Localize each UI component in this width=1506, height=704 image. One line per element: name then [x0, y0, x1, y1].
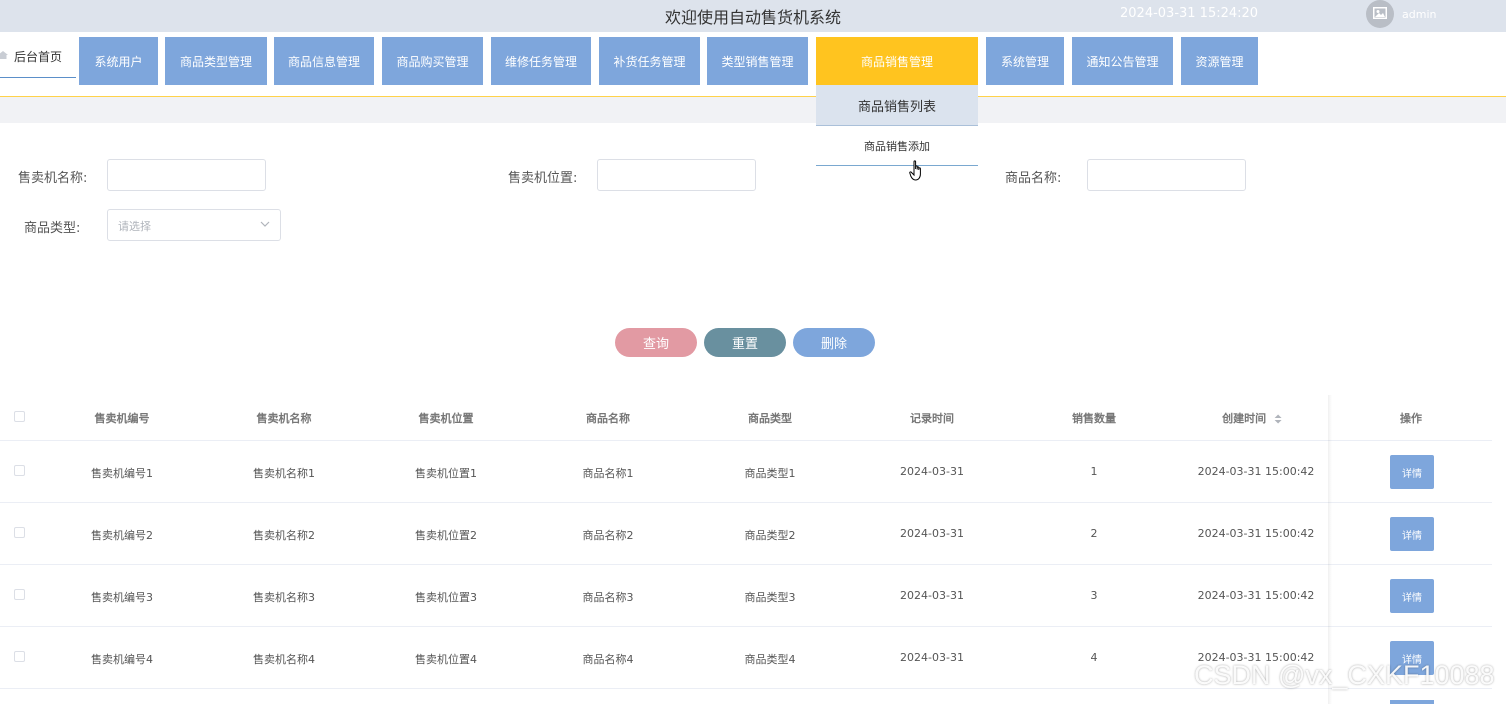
machine-name-label: 售卖机名称:: [18, 171, 88, 186]
table-row: 售卖机编号1 售卖机名称1 售卖机位置1 商品名称1 商品类型1 2024-03…: [0, 441, 1492, 503]
product-name-input[interactable]: [1087, 159, 1246, 191]
cell-sales-qty: 4: [1090, 651, 1098, 664]
cell-machine-name: 售卖机名称2: [253, 529, 315, 542]
cell-machine-location: 售卖机位置3: [415, 591, 477, 604]
cell-product-type: 商品类型3: [744, 591, 796, 604]
detail-button[interactable]: 详情: [1390, 579, 1434, 613]
query-button[interactable]: 查询: [615, 328, 697, 357]
nav-item-notice[interactable]: 通知公告管理: [1072, 37, 1173, 85]
cell-product-name: 商品名称3: [582, 591, 634, 604]
avatar[interactable]: [1366, 0, 1394, 28]
nav-item-product-purchase[interactable]: 商品购买管理: [382, 37, 483, 85]
cell-sales-qty: 3: [1090, 589, 1098, 602]
product-type-label: 商品类型:: [24, 221, 81, 236]
machine-location-label: 售卖机位置:: [508, 171, 578, 186]
cell-created-time: 2024-03-31 15:00:42: [1197, 527, 1315, 540]
home-icon: [0, 51, 8, 59]
hand-cursor-icon: [909, 160, 921, 181]
product-sales-submenu: 商品销售列表 商品销售添加: [816, 85, 978, 167]
nav-item-restock-task[interactable]: 补货任务管理: [599, 37, 700, 85]
top-bar: 欢迎使用自动售货机系统 2024-03-31 15:24:20 admin: [0, 0, 1506, 32]
cell-machine-no: 售卖机编号2: [91, 529, 153, 542]
cell-product-type: 商品类型1: [744, 467, 796, 480]
submenu-item-sales-add[interactable]: 商品销售添加: [816, 126, 978, 166]
detail-button-partial[interactable]: [1390, 700, 1434, 704]
product-type-select[interactable]: 请选择: [107, 209, 281, 241]
delete-button[interactable]: 删除: [793, 328, 875, 357]
product-type-placeholder: 请选择: [118, 220, 151, 233]
col-created-time-label: 创建时间: [1222, 412, 1267, 425]
cell-product-name: 商品名称1: [582, 467, 634, 480]
col-record-date: 记录时间: [910, 412, 954, 425]
select-all-checkbox[interactable]: [14, 411, 25, 422]
detail-button[interactable]: 详情: [1390, 455, 1434, 489]
col-actions: 操作: [1400, 412, 1422, 425]
cell-machine-name: 售卖机名称1: [253, 467, 315, 480]
table-row: 售卖机编号2 售卖机名称2 售卖机位置2 商品名称2 商品类型2 2024-03…: [0, 503, 1492, 565]
cell-created-time: 2024-03-31 15:00:42: [1197, 465, 1315, 478]
reset-button[interactable]: 重置: [704, 328, 786, 357]
nav-item-product-type[interactable]: 商品类型管理: [165, 37, 267, 85]
machine-name-input[interactable]: [107, 159, 266, 191]
chevron-down-icon: [260, 221, 270, 227]
col-machine-location: 售卖机位置: [418, 412, 474, 425]
cell-product-name: 商品名称2: [582, 529, 634, 542]
nav-item-product-sales[interactable]: 商品销售管理: [816, 37, 978, 85]
machine-location-input[interactable]: [597, 159, 756, 191]
cell-machine-name: 售卖机名称3: [253, 591, 315, 604]
row-checkbox[interactable]: [14, 527, 25, 538]
username[interactable]: admin: [1402, 8, 1436, 21]
fixed-column-shadow: [1328, 395, 1332, 704]
nav-item-system-users[interactable]: 系统用户: [79, 37, 158, 85]
nav-item-product-info[interactable]: 商品信息管理: [274, 37, 374, 85]
cell-sales-qty: 2: [1090, 527, 1098, 540]
col-product-name: 商品名称: [586, 412, 630, 425]
sort-icon[interactable]: [1274, 414, 1282, 424]
nav-item-resource[interactable]: 资源管理: [1181, 37, 1258, 85]
detail-button[interactable]: 详情: [1390, 517, 1434, 551]
product-name-label: 商品名称:: [1005, 171, 1062, 186]
cell-product-name: 商品名称4: [582, 653, 634, 666]
row-checkbox[interactable]: [14, 465, 25, 476]
cell-machine-location: 售卖机位置1: [415, 467, 477, 480]
breadcrumb-band: [0, 97, 1506, 123]
cell-machine-location: 售卖机位置4: [415, 653, 477, 666]
cell-product-type: 商品类型4: [744, 653, 796, 666]
cell-sales-qty: 1: [1090, 465, 1098, 478]
cell-record-date: 2024-03-31: [900, 527, 964, 540]
cell-machine-no: 售卖机编号1: [91, 467, 153, 480]
system-title: 欢迎使用自动售货机系统: [664, 8, 841, 27]
table-row: 售卖机编号3 售卖机名称3 售卖机位置3 商品名称3 商品类型3 2024-03…: [0, 565, 1492, 627]
nav-item-system-manage[interactable]: 系统管理: [986, 37, 1064, 85]
watermark: CSDN @vx_CXKF10088: [1194, 660, 1495, 690]
cell-record-date: 2024-03-31: [900, 651, 964, 664]
cell-machine-no: 售卖机编号4: [91, 653, 153, 666]
col-created-time[interactable]: 创建时间: [1222, 410, 1282, 426]
nav-home-label: 后台首页: [14, 50, 63, 64]
image-icon: [1373, 7, 1387, 19]
cell-machine-name: 售卖机名称4: [253, 653, 315, 666]
cell-machine-no: 售卖机编号3: [91, 591, 153, 604]
row-checkbox[interactable]: [14, 589, 25, 600]
col-product-type: 商品类型: [748, 412, 792, 425]
current-datetime: 2024-03-31 15:24:20: [1120, 6, 1259, 21]
col-machine-name: 售卖机名称: [256, 412, 312, 425]
nav-item-type-sales[interactable]: 类型销售管理: [707, 37, 808, 85]
row-checkbox[interactable]: [14, 651, 25, 662]
nav-item-repair-task[interactable]: 维修任务管理: [491, 37, 591, 85]
nav-home[interactable]: 后台首页: [0, 38, 76, 78]
col-sales-qty: 销售数量: [1072, 412, 1116, 425]
cell-created-time: 2024-03-31 15:00:42: [1197, 589, 1315, 602]
table-header: 售卖机编号 售卖机名称 售卖机位置 商品名称 商品类型 记录时间 销售数量 创建…: [0, 395, 1492, 441]
submenu-item-sales-list[interactable]: 商品销售列表: [816, 85, 978, 126]
col-machine-no: 售卖机编号: [94, 412, 150, 425]
cell-record-date: 2024-03-31: [900, 465, 964, 478]
cell-machine-location: 售卖机位置2: [415, 529, 477, 542]
cell-record-date: 2024-03-31: [900, 589, 964, 602]
cell-product-type: 商品类型2: [744, 529, 796, 542]
